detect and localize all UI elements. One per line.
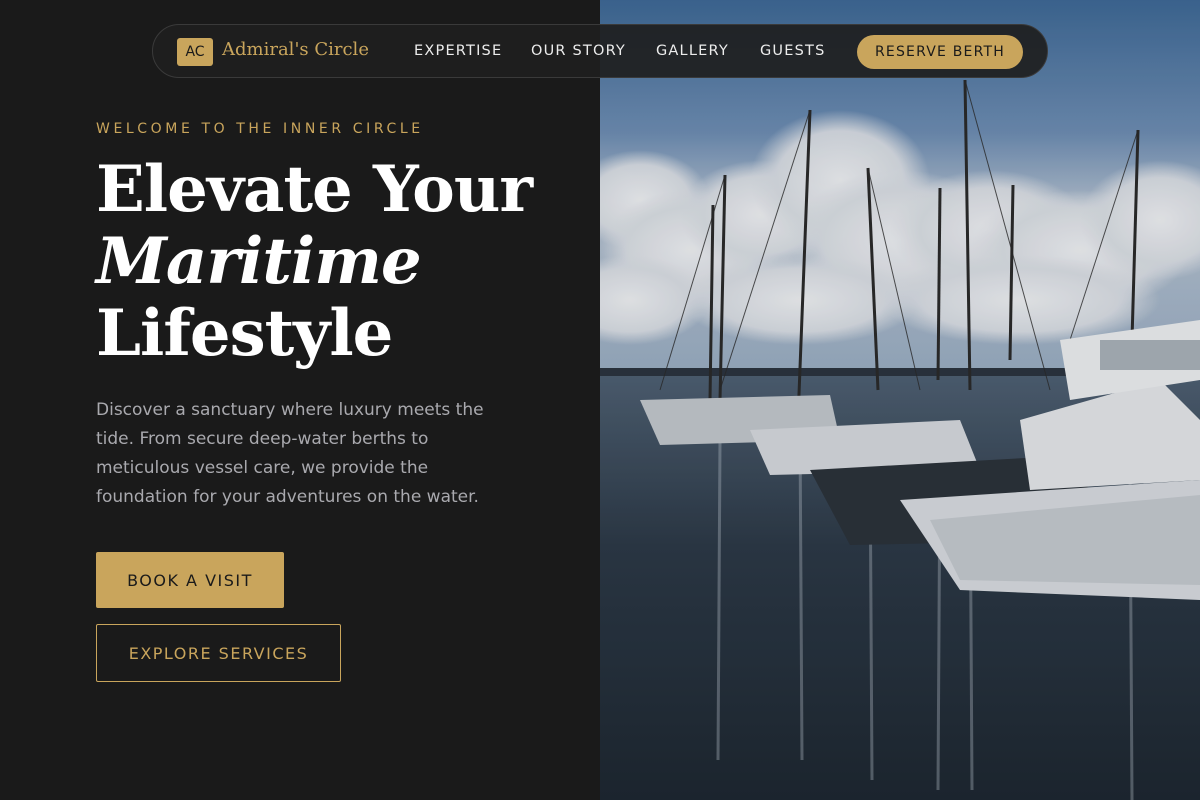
nav-link-guests[interactable]: GUESTS (760, 43, 825, 59)
nav-link-our-story[interactable]: OUR STORY (531, 43, 626, 59)
top-navigation: AC Admiral's Circle EXPERTISE OUR STORY … (152, 24, 1048, 78)
nav-link-gallery[interactable]: GALLERY (656, 43, 729, 59)
hero-eyebrow: WELCOME TO THE INNER CIRCLE (96, 121, 424, 137)
reserve-berth-button[interactable]: RESERVE BERTH (857, 35, 1023, 69)
logo-badge[interactable]: AC (177, 38, 213, 66)
marina-yachts-photo (600, 0, 1200, 800)
headline-line-3: Lifestyle (96, 296, 393, 371)
explore-services-button[interactable]: EXPLORE SERVICES (96, 624, 341, 682)
hero-headline: Elevate Your Maritime Lifestyle (96, 154, 576, 370)
nav-link-expertise[interactable]: EXPERTISE (414, 43, 502, 59)
logo-text[interactable]: Admiral's Circle (222, 39, 369, 60)
headline-line-1: Elevate Your (96, 152, 533, 227)
headline-line-2: Maritime (96, 224, 422, 299)
hero-description: Discover a sanctuary where luxury meets … (96, 400, 484, 507)
book-visit-button[interactable]: BOOK A VISIT (96, 552, 284, 608)
hero-left-panel: WELCOME TO THE INNER CIRCLE Elevate Your… (0, 0, 600, 800)
marina-image (600, 0, 1200, 800)
